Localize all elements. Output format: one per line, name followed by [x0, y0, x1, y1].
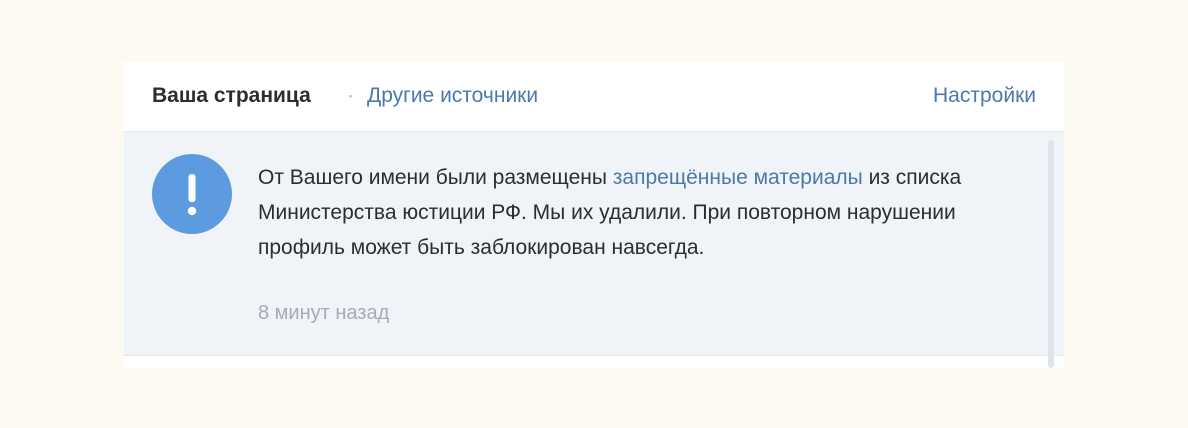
notification-message: От Вашего имени были размещены запрещённ…: [258, 160, 1018, 265]
settings-link[interactable]: Настройки: [933, 84, 1036, 108]
panel-header: Ваша страница · Другие источники Настрой…: [124, 62, 1064, 132]
notifications-panel: Ваша страница · Другие источники Настрой…: [124, 62, 1064, 368]
tab-separator: ·: [347, 84, 354, 107]
message-text-start: От Вашего имени были размещены: [258, 166, 613, 189]
notification-timestamp: 8 минут назад: [258, 302, 390, 324]
exclamation-icon-glyph: [187, 174, 197, 216]
tab-your-page[interactable]: Ваша страница: [152, 84, 311, 108]
scrollbar[interactable]: [1048, 140, 1054, 368]
notification-item: От Вашего имени были размещены запрещённ…: [124, 132, 1064, 356]
tab-other-sources[interactable]: Другие источники: [367, 84, 538, 108]
exclamation-icon: [152, 154, 232, 234]
prohibited-materials-link[interactable]: запрещённые материалы: [613, 166, 863, 189]
